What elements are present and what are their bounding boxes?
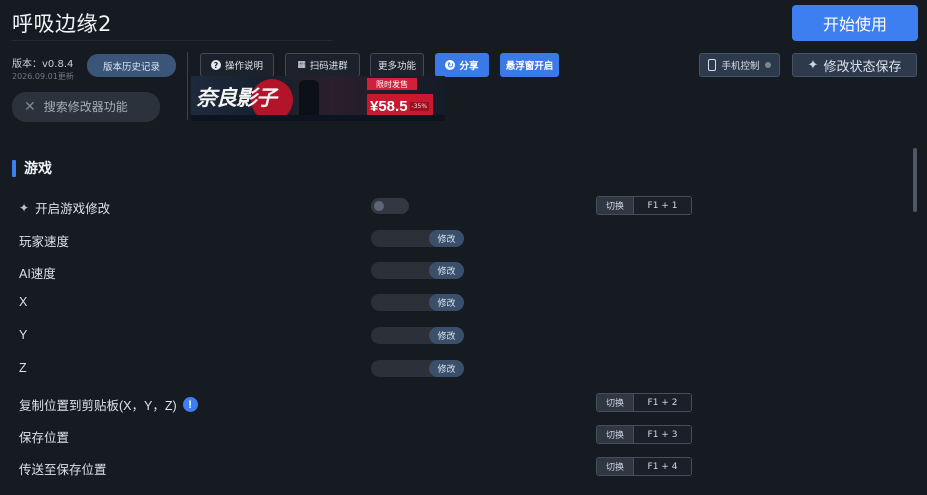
value-input-bar[interactable]: 修改 (371, 360, 464, 377)
cheat-row: AI速度 修改 (0, 255, 927, 287)
sparkle-icon: ✦ (19, 200, 30, 215)
version-label: 版本：v0.8.4 (12, 59, 74, 70)
search-box[interactable]: ✕ (12, 92, 160, 122)
banner-figure (299, 80, 319, 118)
title-divider (12, 40, 332, 41)
hotkey-keys: F1 + 2 (634, 394, 691, 411)
search-input[interactable] (43, 100, 154, 114)
share-icon: ↻ (445, 60, 456, 70)
share-button[interactable]: ↻ 分享 (435, 53, 489, 77)
more-features-label: 更多功能 (377, 61, 416, 72)
cheat-row: ✦ 开启游戏修改 切换 F1 + 1 (0, 190, 927, 222)
switch-button[interactable]: 切换 (597, 394, 634, 411)
banner-ribbon: 限时发售 (367, 78, 417, 90)
cheat-label: 保存位置 (19, 431, 70, 445)
hotkey-group: 切换 F1 + 3 (596, 425, 692, 444)
enable-toggle[interactable] (371, 198, 409, 214)
save-state-label: 修改状态保存 (823, 59, 902, 75)
cheat-label: 复制位置到剪贴板(X，Y，Z) ! (19, 395, 198, 414)
promo-banner[interactable]: 奈良影子 限时发售 ¥58.5 -35% (191, 76, 445, 121)
start-button[interactable]: 开始使用 (792, 5, 918, 41)
manual-label: 操作说明 (224, 61, 263, 72)
cheat-row: X 修改 (0, 287, 927, 319)
app-title: 呼吸边缘2 (12, 12, 112, 36)
cheat-row: 玩家速度 修改 (0, 223, 927, 255)
cheat-row: 传送至保存位置 切换 F1 + 4 (0, 451, 927, 483)
float-window-button[interactable]: 悬浮窗开启 (500, 53, 559, 77)
cheat-label: ✦ 开启游戏修改 (19, 198, 110, 217)
switch-button[interactable]: 切换 (597, 458, 634, 475)
cheat-label: X (19, 295, 28, 309)
cheat-label: Z (19, 361, 27, 375)
version-date: 2026.09.01更新 (12, 72, 74, 81)
float-window-label: 悬浮窗开启 (505, 61, 554, 72)
banner-logo: 奈良影子 (196, 85, 277, 110)
value-input-bar[interactable]: 修改 (371, 230, 464, 247)
hotkey-keys: F1 + 1 (634, 197, 691, 214)
more-features-button[interactable]: 更多功能 (370, 53, 424, 77)
hotkey-group: 切换 F1 + 1 (596, 196, 692, 215)
modify-button[interactable]: 修改 (429, 262, 464, 279)
qr-code-icon: ▦ (297, 60, 306, 70)
value-input-bar[interactable]: 修改 (371, 327, 464, 344)
banner-discount: -35% (409, 101, 430, 111)
cheat-label-text: 开启游戏修改 (35, 202, 111, 216)
qr-group-button[interactable]: ▦ 扫码进群 (285, 53, 360, 77)
modify-button[interactable]: 修改 (429, 327, 464, 344)
hotkey-keys: F1 + 4 (634, 458, 691, 475)
cheat-row: Z 修改 (0, 353, 927, 385)
switch-button[interactable]: 切换 (597, 426, 634, 443)
hotkey-group: 切换 F1 + 4 (596, 457, 692, 476)
modify-button[interactable]: 修改 (429, 360, 464, 377)
section-header: 游戏 (12, 158, 52, 178)
cheat-label: Y (19, 328, 28, 342)
cheat-label: AI速度 (19, 267, 56, 281)
cheat-row: 保存位置 切换 F1 + 3 (0, 419, 927, 451)
version-block: 版本：v0.8.4 2026.09.01更新 (12, 55, 74, 82)
banner-price: ¥58.5 (370, 97, 408, 115)
status-dot-icon (764, 62, 771, 68)
banner-bottom-strip (191, 115, 445, 121)
value-input-bar[interactable]: 修改 (371, 294, 464, 311)
phone-control-button[interactable]: 手机控制 (699, 53, 780, 77)
share-label: 分享 (459, 61, 479, 72)
hotkey-group: 切换 F1 + 2 (596, 393, 692, 412)
manual-button[interactable]: ? 操作说明 (200, 53, 274, 77)
cheat-row: 复制位置到剪贴板(X，Y，Z) ! 切换 F1 + 2 (0, 387, 927, 419)
info-icon[interactable]: ! (182, 397, 198, 412)
save-state-button[interactable]: ✦ 修改状态保存 (792, 53, 917, 77)
switch-button[interactable]: 切换 (597, 197, 634, 214)
version-history-button[interactable]: 版本历史记录 (87, 54, 176, 77)
section-title: 游戏 (24, 161, 52, 177)
cheat-label: 传送至保存位置 (19, 463, 107, 477)
hotkey-keys: F1 + 3 (634, 426, 691, 443)
modify-button[interactable]: 修改 (429, 294, 464, 311)
phone-icon (708, 59, 717, 71)
value-input-bar[interactable]: 修改 (371, 262, 464, 279)
section-accent-bar (12, 159, 16, 177)
sparkle-icon: ✦ (807, 57, 819, 73)
cheat-label-text: 复制位置到剪贴板(X，Y，Z) (19, 399, 177, 413)
modify-button[interactable]: 修改 (429, 230, 464, 247)
clear-icon[interactable]: ✕ (24, 99, 36, 115)
cheat-label: 玩家速度 (19, 235, 70, 249)
toolbar-divider (187, 52, 188, 120)
cheat-row: Y 修改 (0, 320, 927, 352)
question-icon: ? (210, 60, 221, 70)
phone-control-label: 手机控制 (721, 61, 760, 72)
qr-group-label: 扫码进群 (309, 61, 348, 72)
toggle-knob (374, 201, 384, 211)
